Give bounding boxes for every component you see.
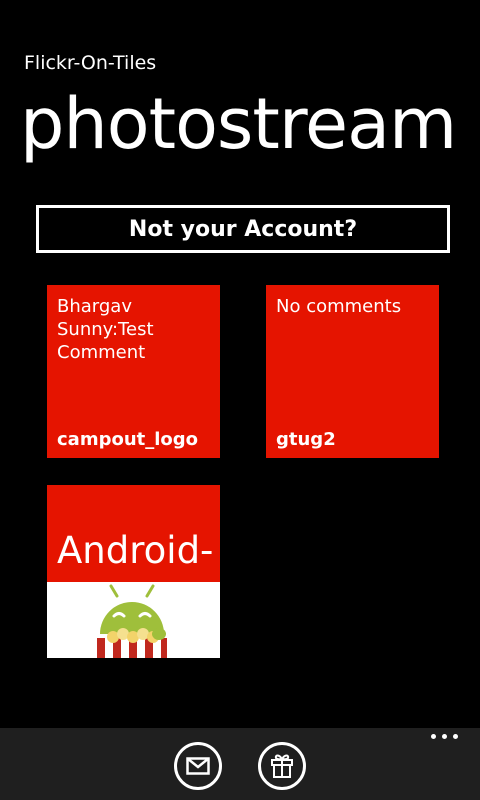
dot — [431, 734, 436, 739]
photo-tile-gtug2[interactable]: No comments gtug2 — [266, 285, 439, 458]
tile-comment: Bhargav Sunny:Test Comment — [57, 296, 154, 363]
dot — [453, 734, 458, 739]
mail-button[interactable] — [174, 742, 222, 790]
tile-comment: No comments — [276, 296, 402, 317]
tile-photo-name: campout_logo — [57, 429, 199, 450]
tile-photo-name: gtug2 — [276, 429, 336, 450]
android-mascot-image — [47, 582, 220, 658]
not-your-account-button[interactable]: Not your Account? — [36, 205, 450, 253]
tile-photo-text: Android- — [57, 529, 214, 572]
mail-icon — [186, 757, 210, 775]
gift-icon — [271, 754, 293, 778]
dot — [442, 734, 447, 739]
app-title: Flickr-On-Tiles — [24, 52, 157, 74]
gift-button[interactable] — [258, 742, 306, 790]
photo-tile-android[interactable]: Android- — [47, 485, 220, 658]
page-title: photostream — [20, 83, 457, 165]
photo-tile-campout-logo[interactable]: Bhargav Sunny:Test Comment campout_logo — [47, 285, 220, 458]
app-bar — [0, 728, 480, 800]
more-icon[interactable] — [431, 734, 458, 739]
